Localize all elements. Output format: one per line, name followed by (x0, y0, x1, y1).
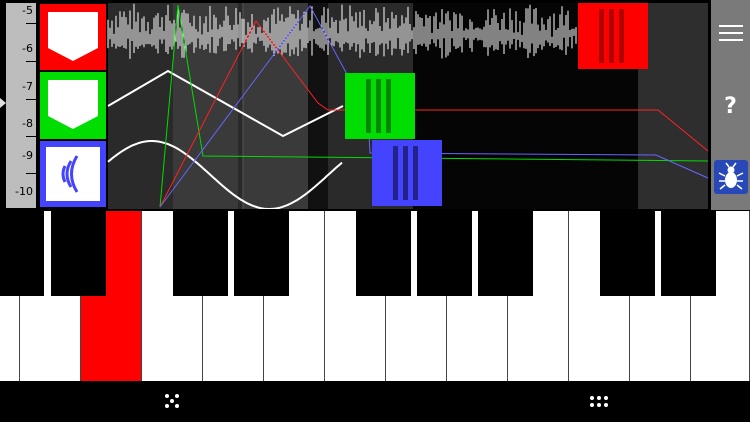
modulation-svg (40, 3, 709, 211)
side-panel: ? (711, 0, 750, 210)
end-column (638, 3, 708, 209)
ruler-label-7: -7 (22, 80, 33, 93)
piano-keyboard[interactable] (0, 211, 750, 381)
ruler-tick (26, 136, 36, 137)
black-key[interactable] (417, 211, 472, 296)
black-key[interactable] (234, 211, 289, 296)
black-key[interactable] (661, 211, 716, 296)
bottom-toolbar (0, 381, 750, 422)
ruler-tick (26, 173, 36, 174)
black-key[interactable] (51, 211, 106, 296)
help-button[interactable]: ? (711, 86, 750, 126)
green-block[interactable] (345, 73, 415, 139)
debug-button[interactable] (711, 157, 750, 197)
ruler-tick (26, 99, 36, 100)
track-red-button[interactable] (40, 4, 106, 70)
modulation-canvas[interactable] (38, 3, 709, 211)
track-blue-button[interactable] (40, 141, 106, 207)
black-key[interactable] (173, 211, 228, 296)
grid-dots-button[interactable] (588, 391, 610, 413)
ruler-tick (26, 61, 36, 62)
red-block[interactable] (578, 3, 648, 69)
help-label: ? (724, 93, 737, 119)
black-key[interactable] (478, 211, 533, 296)
scatter-dots-button[interactable] (162, 391, 184, 413)
blue-block[interactable] (372, 140, 442, 206)
black-key[interactable] (0, 211, 44, 296)
menu-button[interactable] (711, 13, 750, 53)
ruler-label-6: -6 (22, 42, 33, 55)
ruler-label-5: -5 (22, 4, 33, 17)
hamburger-icon (718, 25, 743, 41)
black-key[interactable] (356, 211, 411, 296)
black-key[interactable] (600, 211, 655, 296)
ruler-label-8: -8 (22, 117, 33, 130)
bug-icon (713, 160, 748, 194)
ruler-label-9: -9 (22, 149, 33, 162)
ruler-tick (26, 23, 36, 24)
ruler-label-10: -10 (15, 185, 33, 198)
track-green-button[interactable] (40, 72, 106, 139)
ruler-pointer-icon (0, 98, 6, 108)
pitch-ruler[interactable]: -5 -6 -7 -8 -9 -10 (6, 3, 36, 208)
